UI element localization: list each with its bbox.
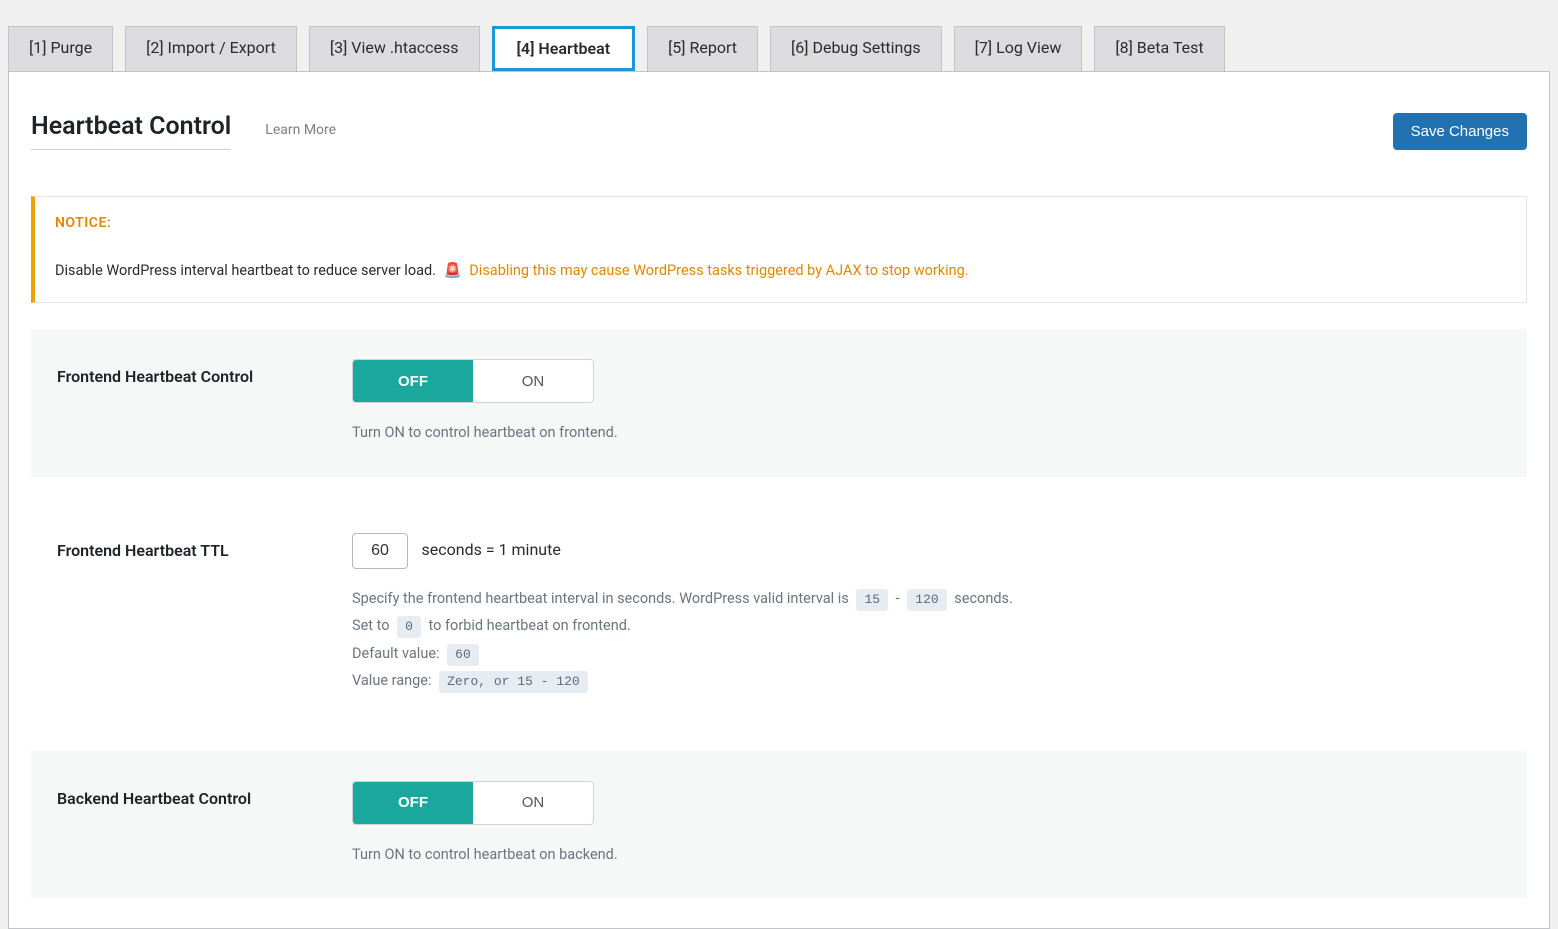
tab-debug-settings[interactable]: [6] Debug Settings	[770, 26, 942, 71]
tab-label: [4] Heartbeat	[517, 39, 611, 58]
chip-zero: 0	[397, 616, 421, 638]
tab-view-htaccess[interactable]: [3] View .htaccess	[309, 26, 480, 71]
ttl-desc-b: Set to	[352, 617, 390, 634]
ttl-desc-b-tail: to forbid heartbeat on frontend.	[429, 617, 631, 634]
tab-import-export[interactable]: [2] Import / Export	[125, 26, 297, 71]
chip-range: Zero, or 15 - 120	[439, 671, 588, 693]
tab-label: [3] View .htaccess	[330, 38, 459, 57]
section-frontend-ttl: Frontend Heartbeat TTL seconds = 1 minut…	[31, 503, 1527, 725]
backend-control-toggle: OFF ON	[352, 781, 594, 825]
notice-text-1: Disable WordPress interval heartbeat to …	[55, 262, 436, 279]
setting-label: Backend Heartbeat Control	[57, 781, 352, 808]
frontend-control-toggle: OFF ON	[352, 359, 594, 403]
setting-desc: Turn ON to control heartbeat on frontend…	[352, 419, 1501, 447]
tab-strip: [1] Purge [2] Import / Export [3] View .…	[0, 0, 1558, 71]
tab-label: [5] Report	[668, 38, 737, 57]
chip-min: 15	[856, 589, 888, 611]
toggle-off[interactable]: OFF	[353, 360, 473, 402]
tab-beta-test[interactable]: [8] Beta Test	[1094, 26, 1224, 71]
tab-report[interactable]: [5] Report	[647, 26, 758, 71]
settings-panel: Heartbeat Control Learn More Save Change…	[8, 71, 1550, 929]
section-backend-control: Backend Heartbeat Control OFF ON Turn ON…	[31, 751, 1527, 899]
tab-log-view[interactable]: [7] Log View	[954, 26, 1083, 71]
dash: -	[896, 590, 900, 607]
save-button[interactable]: Save Changes	[1393, 113, 1527, 150]
tab-label: [1] Purge	[29, 38, 92, 57]
ttl-unit: seconds = 1 minute	[421, 540, 560, 559]
alarm-icon: 🚨	[444, 262, 462, 279]
tab-label: [6] Debug Settings	[791, 38, 921, 57]
notice-box: NOTICE: Disable WordPress interval heart…	[31, 196, 1527, 303]
ttl-desc-a: Specify the frontend heartbeat interval …	[352, 590, 849, 607]
tab-heartbeat[interactable]: [4] Heartbeat	[492, 26, 636, 71]
toggle-on[interactable]: ON	[473, 782, 593, 824]
ttl-desc-c: Default value:	[352, 645, 440, 662]
setting-desc: Turn ON to control heartbeat on backend.	[352, 841, 1501, 869]
setting-desc: Specify the frontend heartbeat interval …	[352, 585, 1501, 695]
setting-label: Frontend Heartbeat TTL	[57, 533, 352, 560]
section-frontend-control: Frontend Heartbeat Control OFF ON Turn O…	[31, 329, 1527, 477]
tab-label: [2] Import / Export	[146, 38, 276, 57]
ttl-desc-a-tail: seconds.	[954, 590, 1013, 607]
toggle-off[interactable]: OFF	[353, 782, 473, 824]
chip-max: 120	[907, 589, 946, 611]
setting-label: Frontend Heartbeat Control	[57, 359, 352, 386]
page-title: Heartbeat Control	[31, 112, 231, 150]
notice-heading: NOTICE:	[55, 215, 1506, 231]
tab-label: [8] Beta Test	[1115, 38, 1203, 57]
frontend-ttl-input[interactable]	[352, 533, 408, 569]
ttl-desc-d: Value range:	[352, 672, 431, 689]
tab-label: [7] Log View	[975, 38, 1062, 57]
title-row: Heartbeat Control Learn More Save Change…	[31, 112, 1527, 150]
toggle-on[interactable]: ON	[473, 360, 593, 402]
learn-more-link[interactable]: Learn More	[265, 122, 336, 138]
notice-text-2: Disabling this may cause WordPress tasks…	[469, 262, 968, 279]
notice-body: Disable WordPress interval heartbeat to …	[55, 259, 1506, 282]
chip-default: 60	[447, 644, 479, 666]
tab-purge[interactable]: [1] Purge	[8, 26, 113, 71]
